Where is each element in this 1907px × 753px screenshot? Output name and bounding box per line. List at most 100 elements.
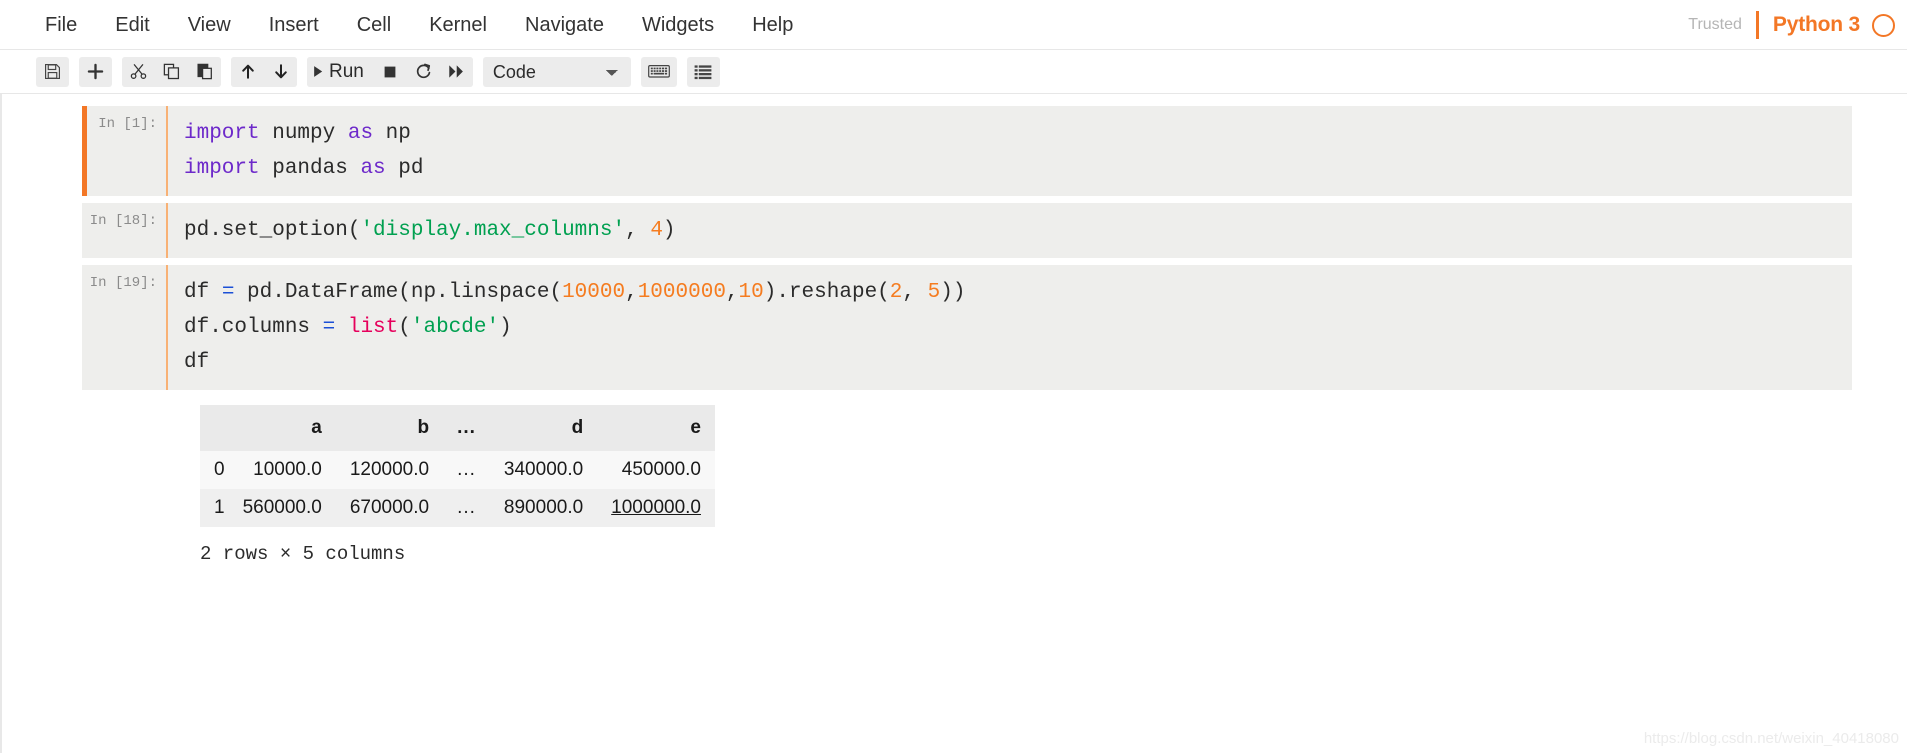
menu-help[interactable]: Help [733,0,812,50]
arrow-up-icon [240,63,256,80]
cell-list: In [1]:import numpy as npimport pandas a… [82,106,1852,390]
menu-cell[interactable]: Cell [338,0,410,50]
dataframe-cell: 10000.0 [229,451,336,489]
main-toolbar: Run CodeMarkdownRaw NBConvertHeading [0,50,1907,94]
move-group [231,57,297,87]
code-token: 2 [890,281,903,304]
output-prompt [82,397,166,565]
move-cell-up-button[interactable] [231,57,264,87]
code-token: import [184,157,260,180]
edit-group [122,57,221,87]
table-row: 1560000.0670000.0...890000.01000000.0 [200,489,715,527]
menu-file[interactable]: File [26,0,96,50]
code-token: 10 [739,281,764,304]
menu-bar-right: Trusted Python 3 [1688,0,1895,50]
code-cell[interactable]: In [18]: pd.set_option('display.max_colum… [82,203,1852,258]
command-palette-group [641,57,677,87]
insert-cell-below-button[interactable] [79,57,112,87]
cell-code-editor[interactable]: pd.set_option('display.max_columns', 4) [166,203,1852,258]
watermark-text: https://blog.csdn.net/weixin_40418080 [1644,730,1899,747]
code-token: 1000000 [638,281,726,304]
cell-selection-bar [82,106,87,196]
page-scrollbar[interactable] [0,94,2,753]
code-line: df = pd.DataFrame(np.linspace(10000,1000… [184,275,1852,310]
circle-idle-icon[interactable] [1872,14,1895,37]
arrow-down-icon [273,63,289,80]
code-token: ) [499,316,512,339]
menu-navigate[interactable]: Navigate [506,0,623,50]
cell-toolbar-group [687,57,720,87]
menu-bar: FileEditViewInsertCellKernelNavigateWidg… [0,0,1907,50]
copy-button[interactable] [155,57,188,87]
paste-button[interactable] [188,57,221,87]
code-token: numpy [260,122,348,145]
restart-circle-arrow-icon [415,63,432,80]
table-row: 010000.0120000.0...340000.0450000.0 [200,451,715,489]
save-group [36,57,69,87]
dataframe-cell: 1000000.0 [597,489,715,527]
code-token: 4 [650,219,663,242]
scissors-icon [130,63,147,80]
code-line: df [184,345,1852,380]
dataframe-header-row: ab...de [200,405,715,451]
code-token: pandas [260,157,361,180]
dataframe-cell: ... [443,489,490,527]
menu-insert[interactable]: Insert [250,0,338,50]
cell-code-editor[interactable]: df = pd.DataFrame(np.linspace(10000,1000… [166,265,1852,390]
cell-output-dataframe: ab...de 010000.0120000.0...340000.045000… [82,397,1852,565]
code-line: import numpy as np [184,116,1852,151]
code-line: df.columns = list('abcde') [184,310,1852,345]
trusted-indicator[interactable]: Trusted [1688,16,1756,34]
run-group: Run [307,57,473,87]
kernel-name-label[interactable]: Python 3 [1773,13,1860,37]
output-area: ab...de 010000.0120000.0...340000.045000… [166,397,1852,565]
open-command-palette-button[interactable] [641,57,677,87]
dataframe-row-index: 0 [200,451,229,489]
code-token: 'display.max_columns' [360,219,625,242]
run-button-label: Run [329,61,364,83]
dataframe-column-header: ... [443,405,490,451]
notebook: In [1]:import numpy as npimport pandas a… [0,94,1907,565]
restart-kernel-button[interactable] [407,57,440,87]
cell-type-select[interactable]: CodeMarkdownRaw NBConvertHeading [483,57,631,87]
code-token: ( [398,316,411,339]
run-button[interactable]: Run [307,57,374,87]
code-cell[interactable]: In [1]:import numpy as npimport pandas a… [82,106,1852,196]
stop-square-icon [382,64,398,80]
code-token [335,316,348,339]
notebook-container: In [1]:import numpy as npimport pandas a… [0,94,1907,753]
fast-forward-icon [448,64,465,79]
menu-view[interactable]: View [169,0,250,50]
code-token: 10000 [562,281,625,304]
cell-code-editor[interactable]: import numpy as npimport pandas as pd [166,106,1852,196]
paste-icon [196,63,213,80]
dataframe-corner-header [200,405,229,451]
menubar-divider [1756,11,1759,39]
dataframe-column-header: d [490,405,597,451]
move-cell-down-button[interactable] [264,57,297,87]
restart-run-all-button[interactable] [440,57,473,87]
save-button[interactable] [36,57,69,87]
interrupt-kernel-button[interactable] [374,57,407,87]
toggle-cell-toolbar-button[interactable] [687,57,720,87]
play-icon [313,65,324,78]
dataframe-column-header: e [597,405,715,451]
code-token: pd.set_option( [184,219,360,242]
code-token: 'abcde' [411,316,499,339]
menu-widgets[interactable]: Widgets [623,0,733,50]
code-token: ).reshape( [764,281,890,304]
code-cell[interactable]: In [19]:df = pd.DataFrame(np.linspace(10… [82,265,1852,390]
insert-group [79,57,112,87]
dataframe-cell: 340000.0 [490,451,597,489]
code-token: ) [663,219,676,242]
dataframe-table: ab...de 010000.0120000.0...340000.045000… [200,405,715,527]
cut-button[interactable] [122,57,155,87]
code-token: , [726,281,739,304]
code-token: pd [386,157,424,180]
code-token: np [373,122,411,145]
code-line: pd.set_option('display.max_columns', 4) [184,213,1852,248]
dataframe-shape-label: 2 rows × 5 columns [200,543,1852,565]
menu-edit[interactable]: Edit [96,0,168,50]
cell-input-prompt: In [18]: [82,203,166,258]
menu-kernel[interactable]: Kernel [410,0,506,50]
